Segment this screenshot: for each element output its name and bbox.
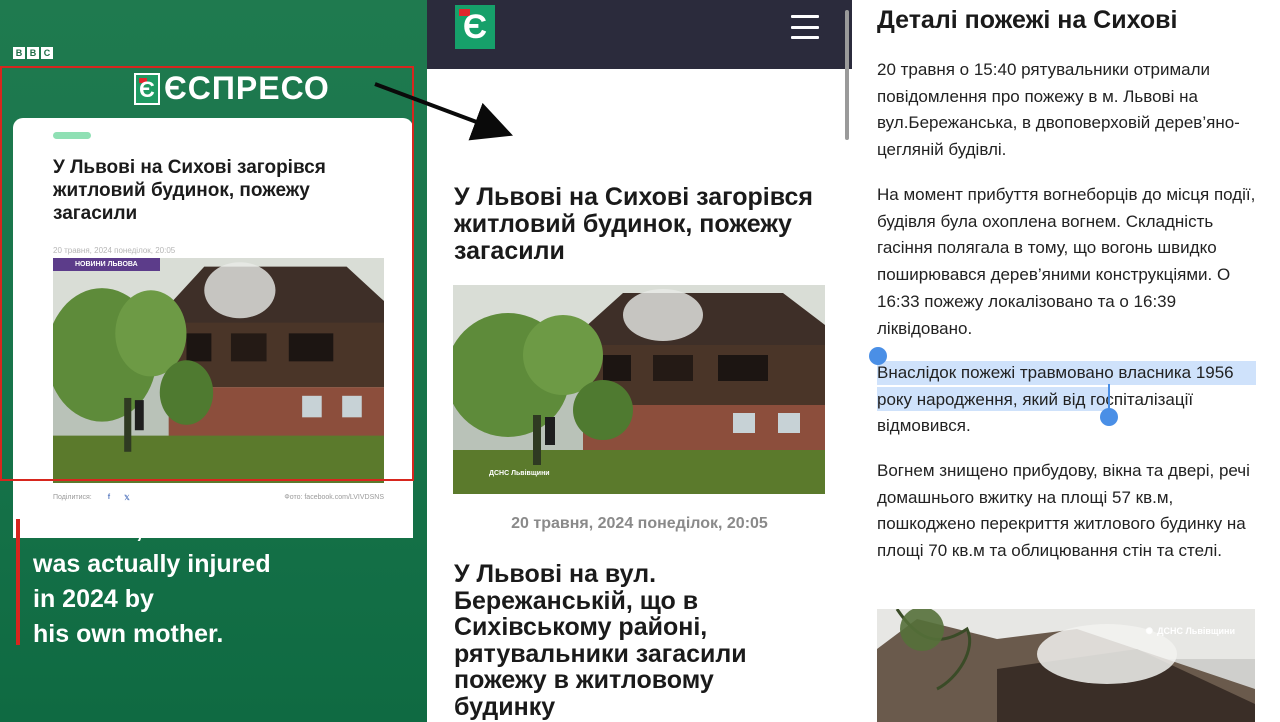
x-icon[interactable]: 𝕏 [124,494,130,502]
dsns-watermark-text: ДСНС Львівщини [1157,626,1235,636]
photo-credit: Фото: facebook.com/LVIVDSNS [284,494,384,501]
video-caption: However, the child was actually injured … [33,512,413,652]
caption-accent-bar [16,519,20,645]
article-paragraph: 20 травня о 15:40 рятувальники отримали … [877,60,1240,160]
selection-end-stem [1108,384,1110,410]
article-card-footer: Поділитися: f 𝕏 Фото: facebook.com/LVIVD… [53,494,384,502]
facebook-icon[interactable]: f [108,494,110,502]
site-header [427,0,852,69]
article-paragraph: На момент прибуття вогнеборців до місця … [877,185,1256,338]
share-label: Поділитися: [53,494,92,501]
espreso-logo-icon[interactable] [455,5,495,49]
article-paragraph: Вогнем знищено прибудову, вікна та двері… [877,461,1250,561]
article-photo[interactable]: ДСНС Львівщини [453,285,825,494]
selected-paragraph[interactable]: Внаслідок пожежі травмовано власника 195… [877,360,1269,440]
selection-end-handle[interactable] [1100,408,1118,426]
caption-line: in 2024 by [33,585,154,613]
caption-line: his own mother. [33,620,224,648]
dsns-emblem-icon: ✺ [1145,626,1154,636]
section-title: Деталі пожежі на Сихові [877,6,1178,34]
bbc-logo-letter: C [41,47,53,59]
scrollbar[interactable] [845,10,849,140]
espreso-article-page: У Львові на Сихові загорівся житловий бу… [427,0,852,722]
selection-start-handle[interactable] [869,347,887,365]
fire-photo[interactable]: ✺ ДСНС Львівщини [877,609,1255,722]
caption-line: was actually injured [33,550,271,578]
caption-line: However, the child [33,515,253,543]
highlight-frame [0,66,414,481]
bbc-logo: B B C [13,47,53,59]
burning-house-photo: ДСНС Львівщини [453,285,825,494]
bbc-video-frame: B B C ЄСПРЕСО У Львові на Сихові загорів… [0,0,427,722]
article-details-page: Деталі пожежі на Сихові 20 травня о 15:4… [852,0,1280,722]
article-date: 20 травня, 2024 понеділок, 20:05 [511,515,768,532]
article-subheadline: У Львові на вул. Бережанській, що в Сихі… [454,560,747,721]
dsns-watermark: ✺ ДСНС Львівщини [1146,627,1235,636]
hamburger-icon[interactable] [791,15,819,39]
bbc-logo-letter: B [13,47,25,59]
bbc-logo-letter: B [27,47,39,59]
article-headline: У Львові на Сихові загорівся житловий бу… [454,183,813,265]
category-badge: НОВИНИ ЛЬВОВА [53,258,160,271]
photo-watermark: ДСНС Львівщини [489,469,550,477]
